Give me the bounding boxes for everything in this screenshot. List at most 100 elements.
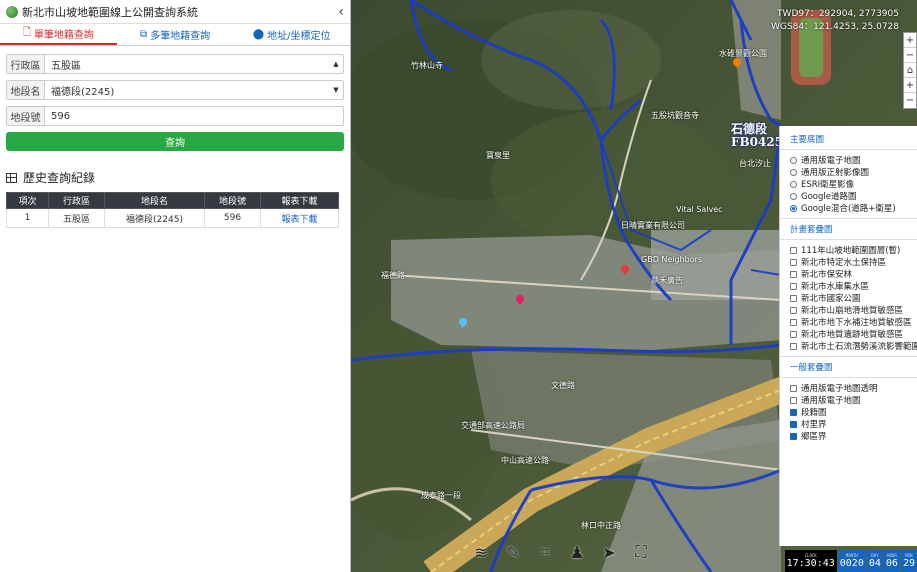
general-layer-option[interactable]: 鄉區界 [780,430,917,442]
query-button[interactable]: 查詢 [6,132,344,151]
plan-layer-option[interactable]: 新北市山崩地滑地質敏感區 [780,304,917,316]
zoom-in-button[interactable]: + [904,33,916,48]
day-value: 04 [868,558,881,569]
zoom-out-small-button[interactable]: − [904,48,916,63]
checkbox[interactable] [790,432,797,440]
general-layer-option[interactable]: 村里界 [780,418,917,430]
basemap-option[interactable]: 通用版電子地圖 [780,154,917,166]
basemap-option[interactable]: ESRI衛星影像 [780,178,917,190]
checkbox[interactable] [790,420,797,428]
plan-layer-option[interactable]: 111年山坡地範圍圖層(暫) [780,244,917,256]
option-label: 通用版電子地圖 [801,156,861,166]
checkbox[interactable] [790,282,797,290]
map-label: GBD Neighbors [641,255,703,264]
app-window: 新北市山坡地範圍線上公開查詢系統 ‹ 🗋 單筆地籍查詢 ⧉ 多筆地籍查詢 ⬤ 地… [0,0,917,572]
layer-panel: 主要底圖 通用版電子地圖 通用版正射影像圖 ESRI衛星影像 Google道路圖… [779,126,917,546]
radio-button[interactable] [790,180,797,188]
report-download-link[interactable]: 報表下載 [260,208,339,228]
map-label: 成泰路一段 [421,491,461,500]
basemap-option[interactable]: 通用版正射影像圖 [780,166,917,178]
map-label: 文德路 [551,381,575,390]
radio-button[interactable] [790,204,797,212]
district-label: 行政區 [7,55,45,73]
section-select[interactable]: 地段名 福德段(2245) ▼ [6,80,344,100]
option-label: 新北市山崩地滑地質敏感區 [801,306,904,316]
home-icon[interactable]: ⌂ [904,63,916,78]
cell-parcel: 596 [204,208,261,228]
plan-layer-option[interactable]: 新北市地下水補注地質敏感區 [780,316,917,328]
checkbox[interactable] [790,318,797,326]
app-title: 新北市山坡地範圍線上公開查詢系統 [22,5,198,19]
parcel-number-input[interactable]: 地段號 596 [6,106,344,126]
checkbox[interactable] [790,342,797,350]
checkbox[interactable] [790,408,797,416]
option-label: Google道路圖 [801,192,857,202]
cell-district: 五股區 [48,208,105,228]
checkbox[interactable] [790,396,797,404]
radio-button[interactable] [790,168,797,176]
street-view-icon[interactable]: ♟ [567,542,587,562]
plan-layer-option[interactable]: 新北市特定水土保持區 [780,256,917,268]
zoom-in-alt-button[interactable]: + [904,78,916,93]
wgs84-coords: WGS84：121.4253, 25.0728 [771,22,899,32]
general-layer-option[interactable]: 段籍圖 [780,406,917,418]
chevron-left-icon[interactable]: ‹ [338,4,344,20]
map-label: 水碓景觀公園 [719,49,767,58]
table-icon [6,172,17,183]
basemap-option[interactable]: Google道路圖 [780,190,917,202]
layers-icon[interactable]: ≋ [471,542,491,562]
map-label: Vital Salvec [676,205,723,214]
section-label: 地段名 [7,81,45,99]
general-layer-option[interactable]: 通用版電子地圖透明 [780,382,917,394]
plan-layer-option[interactable]: 新北市保安林 [780,268,917,280]
checkbox[interactable] [790,246,797,254]
parcel-code-label: 石德段 FB0425 [731,123,783,149]
col-header: 行政區 [48,192,105,209]
tab-label: 單筆地籍查詢 [33,30,94,41]
select-caret-icon: ▼ [333,86,339,94]
checkbox[interactable] [790,306,797,314]
tab-multi-parcel[interactable]: ⧉ 多筆地籍查詢 [117,24,234,45]
map-label: 竹林山寺 [411,61,443,70]
basemap-option[interactable]: Google混合(道路+衛星) [780,202,917,214]
tab-address-locate[interactable]: ⬤ 地址/坐標定位 [233,24,350,45]
checkbox[interactable] [790,384,797,392]
parcel-value: 596 [51,110,71,122]
plan-layer-option[interactable]: 新北市水庫集水區 [780,280,917,292]
month-value: 0020 [839,558,864,569]
col-header: 地段號 [204,192,261,209]
ruler-icon[interactable]: ✎ [503,542,523,562]
tab-single-parcel[interactable]: 🗋 單筆地籍查詢 [0,24,117,45]
select-caret-icon: ▲ [333,60,339,68]
option-label: 新北市國家公園 [801,294,861,304]
checkbox[interactable] [790,258,797,266]
checkbox[interactable] [790,294,797,302]
clock-value: 17:30:43 [786,558,835,569]
checkbox[interactable] [790,330,797,338]
district-select[interactable]: 行政區 五股區 ▲ [6,54,344,74]
measure-area-icon[interactable]: ⌗ [535,542,555,562]
option-label: ESRI衛星影像 [801,180,855,190]
section-value: 福德段(2245) [51,86,115,98]
checkbox[interactable] [790,270,797,278]
plan-section-title: 計畫套疊圖 [780,218,917,240]
option-label: 新北市地下水補注地質敏感區 [801,318,912,328]
map-label: 台北汐止 [739,159,771,168]
cell-section: 福德段(2245) [104,208,205,228]
radio-button[interactable] [790,192,797,200]
zoom-out-button[interactable]: − [904,93,916,108]
fullscreen-icon[interactable]: ⛶ [631,542,651,562]
general-layer-option[interactable]: 通用版電子地圖 [780,394,917,406]
coordinate-readout: TWD97：292904, 2773905 WGS84：121.4253, 25… [771,8,899,34]
col-header: 地段名 [104,192,205,209]
plan-layer-option[interactable]: 新北市地質遺跡地質敏感區 [780,328,917,340]
option-label: 新北市保安林 [801,270,853,280]
radio-button[interactable] [790,156,797,164]
option-label: 新北市水庫集水區 [801,282,870,292]
file-icon: 🗋 [22,27,31,38]
locate-arrow-icon[interactable]: ➤ [599,542,619,562]
map-marker-icon: ⬤ [252,29,265,40]
map-label: 中山高速公路 [501,456,549,465]
plan-layer-option[interactable]: 新北市國家公園 [780,292,917,304]
plan-layer-option[interactable]: 新北市土石流潛勢溪流影響範圍 [780,340,917,352]
